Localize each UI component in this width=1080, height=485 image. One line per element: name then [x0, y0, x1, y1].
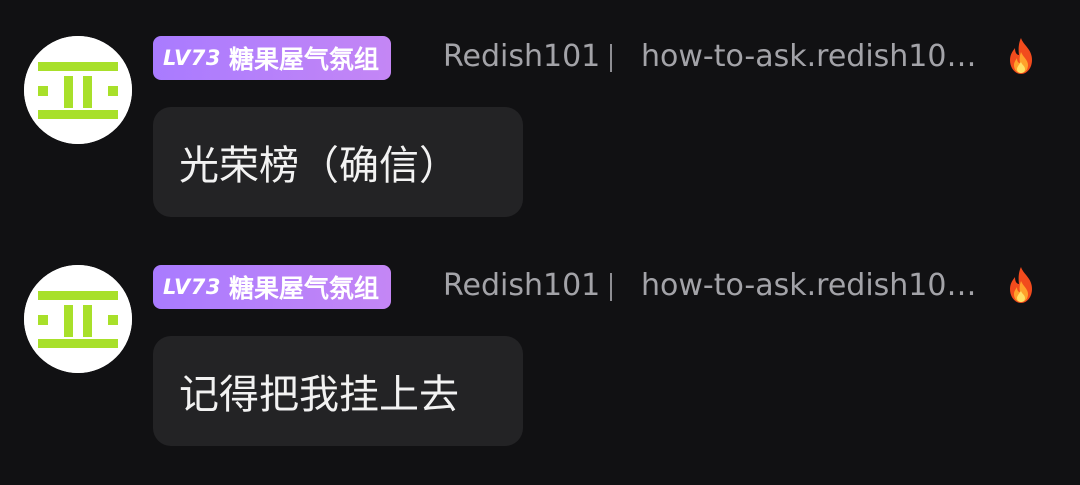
- user-note: how-to-ask.redish10…: [641, 268, 977, 303]
- avatar-icon: [24, 36, 132, 144]
- avatar[interactable]: [24, 265, 132, 373]
- chat-message: LV73 糖果屋气氛组 Redish101 how-to-ask.redish1…: [0, 36, 1080, 226]
- chat-feed: LV73 糖果屋气氛组 Redish101 how-to-ask.redish1…: [0, 0, 1080, 485]
- separator: [610, 44, 612, 72]
- message-header: LV73 糖果屋气氛组 Redish101 how-to-ask.redish1…: [153, 265, 1053, 309]
- chat-message: LV73 糖果屋气氛组 Redish101 how-to-ask.redish1…: [0, 265, 1080, 455]
- message-text: 记得把我挂上去: [179, 372, 459, 418]
- separator: [610, 273, 612, 301]
- group-title: 糖果屋气氛组: [228, 45, 379, 74]
- username[interactable]: Redish101: [443, 39, 600, 74]
- member-badge[interactable]: LV73 糖果屋气氛组: [153, 265, 391, 309]
- message-header: LV73 糖果屋气氛组 Redish101 how-to-ask.redish1…: [153, 36, 1053, 80]
- avatar[interactable]: [24, 36, 132, 144]
- message-bubble[interactable]: 记得把我挂上去: [153, 336, 523, 446]
- message-text: 光荣榜（确信）: [179, 143, 459, 189]
- username[interactable]: Redish101: [443, 268, 600, 303]
- avatar-icon: [24, 265, 132, 373]
- fire-icon: [1001, 36, 1041, 76]
- level-label: LV73: [163, 46, 221, 70]
- group-title: 糖果屋气氛组: [228, 274, 379, 303]
- user-note: how-to-ask.redish10…: [641, 39, 977, 74]
- level-label: LV73: [163, 275, 221, 299]
- member-badge[interactable]: LV73 糖果屋气氛组: [153, 36, 391, 80]
- message-bubble[interactable]: 光荣榜（确信）: [153, 107, 523, 217]
- fire-icon: [1001, 265, 1041, 305]
